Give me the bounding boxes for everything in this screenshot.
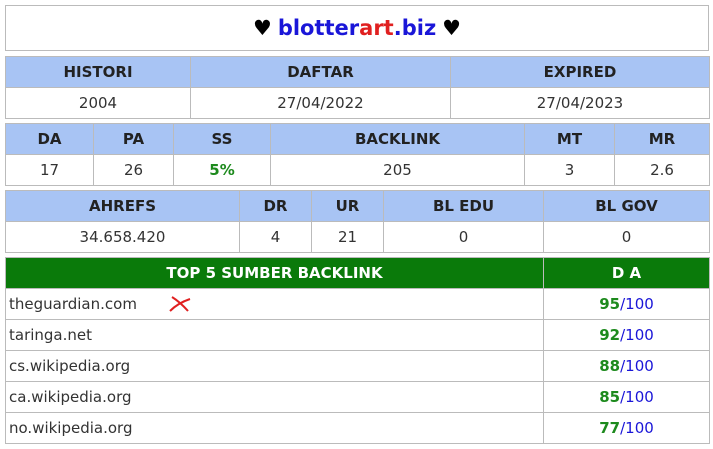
backlink-da-max: /100 — [620, 326, 654, 344]
daftar-header: DAFTAR — [190, 56, 451, 88]
ur-value: 21 — [311, 221, 384, 253]
histori-value: 2004 — [5, 87, 191, 119]
dr-header: DR — [239, 190, 312, 222]
bl-gov-value: 0 — [543, 221, 710, 253]
mr-value: 2.6 — [614, 154, 710, 186]
table-row: theguardian.com 95/100 — [5, 288, 710, 320]
ahrefs-header: AHREFS — [5, 190, 240, 222]
backlink-site[interactable]: theguardian.com — [9, 295, 137, 313]
bl-edu-header: BL EDU — [383, 190, 544, 222]
expired-header: EXPIRED — [450, 56, 710, 88]
backlink-site[interactable]: taringa.net — [9, 326, 92, 344]
daftar-value: 27/04/2022 — [190, 87, 451, 119]
backlink-da: 77 — [599, 419, 621, 437]
backlink-da: 92 — [599, 326, 621, 344]
pa-header: PA — [93, 123, 174, 155]
site-title-part1: blotter — [277, 16, 360, 40]
ahrefs-table: AHREFS DR UR BL EDU BL GOV 34.658.420 4 … — [5, 190, 710, 253]
top-backlinks-table: TOP 5 SUMBER BACKLINK D A theguardian.co… — [5, 257, 710, 444]
heart-icon-left: ♥ — [252, 16, 272, 40]
site-title-part3: .biz — [393, 16, 437, 40]
site-title[interactable]: blotterart.biz — [278, 16, 436, 40]
backlink-da: 88 — [599, 357, 621, 375]
ur-header: UR — [311, 190, 384, 222]
table-row: no.wikipedia.org 77/100 — [5, 412, 710, 444]
ss-value: 5% — [173, 154, 271, 186]
heart-icon-right: ♥ — [442, 16, 461, 40]
backlink-value: 205 — [270, 154, 525, 186]
backlink-da-max: /100 — [620, 295, 654, 313]
page: ♥ blotterart.biz ♥ HISTORI DAFTAR EXPIRE… — [0, 0, 713, 449]
da-column-header: D A — [543, 257, 710, 289]
red-cross-icon — [169, 296, 191, 312]
da-header: DA — [5, 123, 94, 155]
mt-header: MT — [524, 123, 615, 155]
backlink-site[interactable]: cs.wikipedia.org — [9, 357, 130, 375]
backlink-da: 85 — [599, 388, 621, 406]
site-title-box: ♥ blotterart.biz ♥ — [5, 5, 709, 51]
history-table: HISTORI DAFTAR EXPIRED 2004 27/04/2022 2… — [5, 56, 710, 119]
mt-value: 3 — [524, 154, 615, 186]
histori-header: HISTORI — [5, 56, 191, 88]
site-title-part2: art — [359, 16, 394, 40]
backlink-da: 95 — [599, 295, 621, 313]
pa-value: 26 — [93, 154, 174, 186]
table-row: ca.wikipedia.org 85/100 — [5, 381, 710, 413]
backlink-site[interactable]: ca.wikipedia.org — [9, 388, 132, 406]
metrics-table: DA PA SS BACKLINK MT MR 17 26 5% 205 3 2… — [5, 123, 710, 186]
expired-value: 27/04/2023 — [450, 87, 710, 119]
da-value: 17 — [5, 154, 94, 186]
bl-gov-header: BL GOV — [543, 190, 710, 222]
table-row: taringa.net 92/100 — [5, 319, 710, 351]
table-row: cs.wikipedia.org 88/100 — [5, 350, 710, 382]
ss-header: SS — [173, 123, 271, 155]
backlink-da-max: /100 — [620, 357, 654, 375]
backlink-site[interactable]: no.wikipedia.org — [9, 419, 132, 437]
backlink-header: BACKLINK — [270, 123, 525, 155]
ahrefs-value: 34.658.420 — [5, 221, 240, 253]
backlink-da-max: /100 — [620, 388, 654, 406]
mr-header: MR — [614, 123, 710, 155]
bl-edu-value: 0 — [383, 221, 544, 253]
dr-value: 4 — [239, 221, 312, 253]
top5-header: TOP 5 SUMBER BACKLINK — [5, 257, 544, 289]
backlink-da-max: /100 — [620, 419, 654, 437]
